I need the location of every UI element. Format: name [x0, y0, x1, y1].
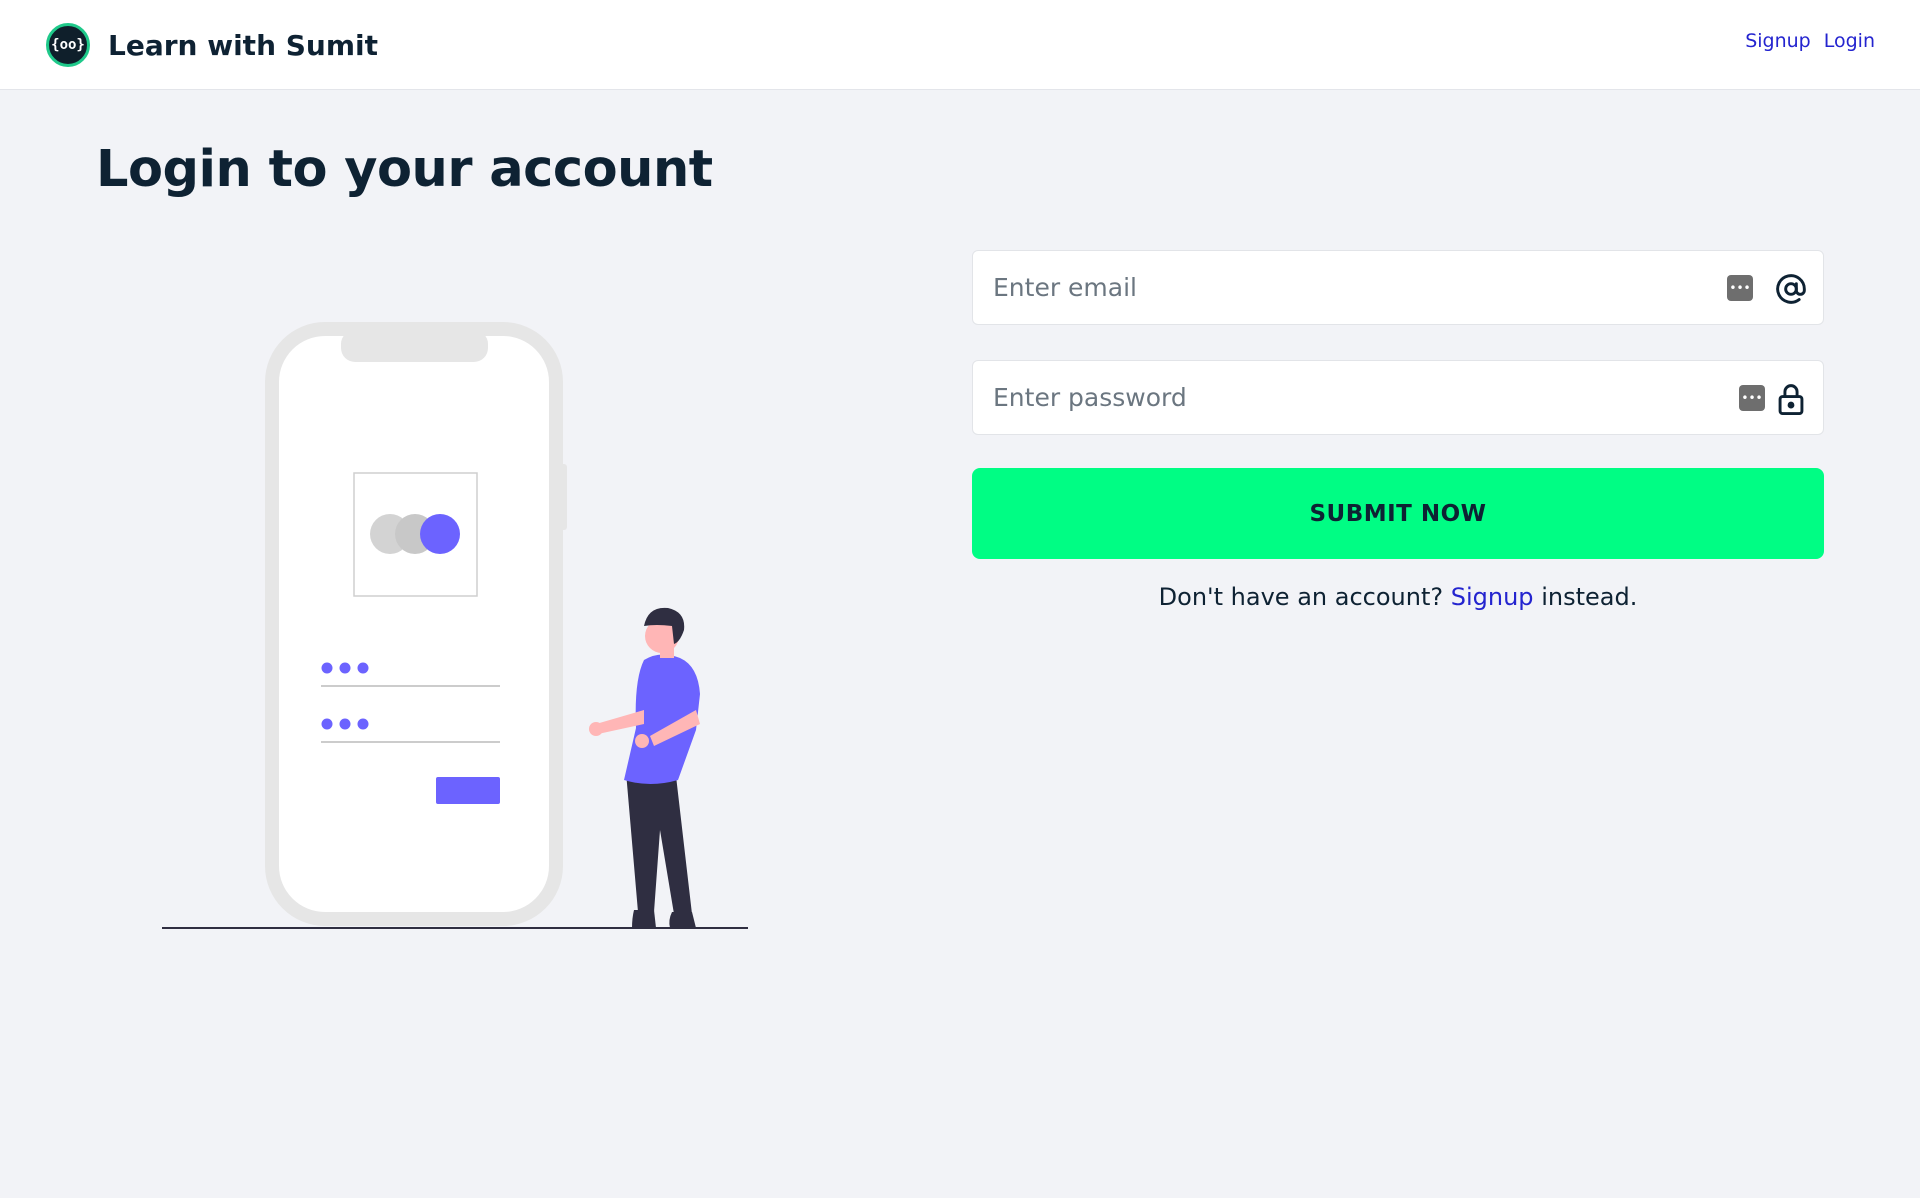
signup-suffix-text: instead.: [1541, 583, 1638, 611]
login-illustration-svg: [162, 322, 748, 929]
password-manager-icon[interactable]: •••: [1727, 275, 1753, 301]
dot: [339, 718, 351, 730]
login-illustration: [150, 310, 760, 940]
phone-screen: [279, 336, 549, 912]
email-input[interactable]: [973, 251, 1823, 324]
top-navbar: {oo} Learn with Sumit Signup Login: [0, 0, 1920, 90]
logo-icon: {oo}: [46, 23, 90, 67]
mini-button: [436, 777, 500, 804]
signup-prompt: Don't have an account? Signup instead.: [972, 583, 1824, 611]
signup-prompt-text: Don't have an account?: [1158, 583, 1444, 611]
brand-name: Learn with Sumit: [108, 28, 379, 62]
password-input[interactable]: [973, 361, 1823, 434]
at-icon: [1773, 271, 1809, 307]
dot: [357, 662, 369, 674]
password-manager-icon[interactable]: •••: [1739, 385, 1765, 411]
phone-notch: [341, 330, 488, 362]
card-circle-3: [420, 514, 460, 554]
password-field-wrapper: •••: [972, 360, 1824, 435]
brand-link[interactable]: {oo} Learn with Sumit: [46, 23, 378, 67]
dot: [321, 718, 333, 730]
person-figure: [589, 607, 700, 928]
signup-link[interactable]: Signup: [1451, 583, 1534, 611]
header-nav: Signup Login: [1745, 30, 1875, 52]
dot: [339, 662, 351, 674]
dot: [321, 662, 333, 674]
lock-icon: [1773, 381, 1809, 417]
dot: [357, 718, 369, 730]
nav-login-link[interactable]: Login: [1824, 30, 1875, 52]
page-title: Login to your account: [96, 140, 713, 199]
nav-signup-link[interactable]: Signup: [1745, 30, 1811, 52]
submit-button[interactable]: SUBMIT NOW: [972, 468, 1824, 559]
login-form: ••• ••• SUBMIT NOW Don't have an account…: [972, 250, 1824, 611]
email-field-wrapper: •••: [972, 250, 1824, 325]
